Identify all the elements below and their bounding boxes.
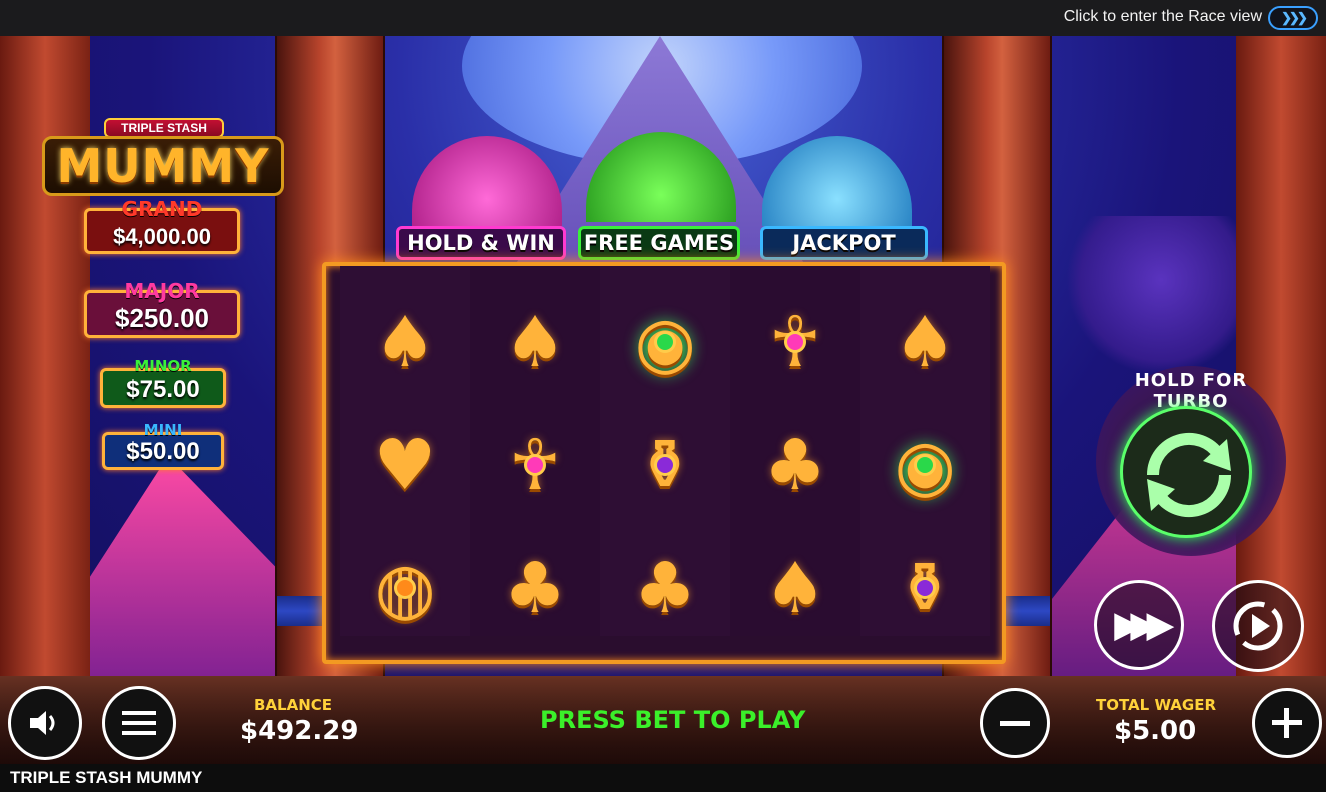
club-symbol-icon: ♣ — [503, 547, 567, 630]
spade-symbol-icon: ♠ — [503, 300, 567, 383]
jackpot-grand-value: $4,000.00 — [113, 224, 211, 249]
reel-cell: ♣ — [730, 403, 860, 526]
spade-symbol-icon: ♠ — [373, 300, 437, 383]
reel-cell: ☥ — [730, 280, 860, 403]
jackpot-minor-value: $75.00 — [126, 376, 200, 403]
fast-forward-button[interactable]: ▶▶▶ — [1094, 580, 1184, 670]
decrease-bet-button[interactable] — [980, 688, 1050, 758]
reel-cell: ◍ — [340, 527, 470, 650]
club-symbol-icon: ♣ — [633, 547, 697, 630]
jackpot-badge: JACKPOT — [760, 226, 928, 260]
total-wager-label: TOTAL WAGER — [1096, 696, 1217, 714]
jackpot-mini-value: $50.00 — [126, 438, 200, 465]
reel-cell: ⚱ — [600, 403, 730, 526]
reel-cell: ♠ — [340, 280, 470, 403]
triple-chevron-right-icon: ❯❯❯ — [1281, 10, 1308, 25]
feature-tabs: HOLD & WIN FREE GAMES JACKPOT — [396, 226, 928, 260]
autoplay-button[interactable] — [1212, 580, 1304, 672]
reel-cell: ♣ — [600, 527, 730, 650]
jackpot-major: MAJOR $250.00 — [84, 279, 240, 338]
reel-cell: ⚱ — [860, 527, 990, 650]
jackpot-grand-label: GRAND — [121, 197, 203, 221]
spade-symbol-icon: ♠ — [893, 300, 957, 383]
jackpot-major-label: MAJOR — [124, 279, 200, 303]
reel-frame: ♠♠◉☥♠♥☥⚱♣◉◍♣♣♠⚱ — [322, 262, 1006, 664]
logo-subtitle: TRIPLE STASH — [104, 118, 224, 138]
jackpot-mini: MINI $50.00 — [102, 421, 224, 470]
reel-cell: ♣ — [470, 527, 600, 650]
reel-cell: ♠ — [470, 280, 600, 403]
heart-symbol-icon: ♥ — [373, 423, 437, 506]
hold-win-badge: HOLD & WIN — [396, 226, 566, 260]
gem-icon — [654, 453, 676, 476]
palm-tree-decoration — [1066, 216, 1256, 376]
hamburger-menu-icon — [122, 711, 156, 735]
minus-icon — [1000, 720, 1030, 726]
plus-icon — [1272, 708, 1302, 738]
game-scene: TRIPLE STASH MUMMY GRAND $4,000.00 MAJOR… — [0, 36, 1326, 764]
balance-label: BALANCE — [254, 696, 333, 714]
jackpot-grand: GRAND $4,000.00 — [84, 197, 240, 254]
footer: TRIPLE STASH MUMMY — [0, 764, 1326, 792]
spin-arrows-icon[interactable] — [1120, 406, 1252, 538]
spade-symbol-icon: ♠ — [763, 547, 827, 630]
race-view-button[interactable]: ❯❯❯ — [1268, 6, 1318, 30]
reel-cell: ☥ — [470, 403, 600, 526]
reel-cell: ♠ — [730, 527, 860, 650]
gem-icon — [654, 330, 676, 353]
free-games-badge: FREE GAMES — [578, 226, 740, 260]
logo-title: MUMMY — [42, 136, 284, 196]
reel-cell: ◉ — [860, 403, 990, 526]
total-wager-value: $5.00 — [1114, 716, 1197, 746]
speaker-icon — [30, 711, 55, 735]
status-message: PRESS BET TO PLAY — [540, 706, 806, 734]
hold-win-crown — [412, 136, 562, 226]
reel-grid: ♠♠◉☥♠♥☥⚱♣◉◍♣♣♠⚱ — [340, 280, 990, 650]
reel-cell: ♠ — [860, 280, 990, 403]
sound-button[interactable] — [8, 686, 82, 760]
menu-button[interactable] — [102, 686, 176, 760]
gem-icon — [784, 330, 806, 353]
turbo-spin-button[interactable]: HOLD FOR TURBO — [1096, 366, 1286, 556]
reel-cell: ♥ — [340, 403, 470, 526]
autoplay-icon — [1233, 601, 1283, 651]
jackpot-major-value: $250.00 — [115, 303, 209, 333]
jackpot-minor-label: MINOR — [134, 357, 192, 375]
gem-icon — [914, 453, 936, 476]
jackpot-mini-label: MINI — [143, 421, 183, 439]
fast-forward-icon: ▶▶▶ — [1114, 606, 1174, 644]
gem-icon — [524, 453, 546, 476]
top-bar: Click to enter the Race view ❯❯❯ — [0, 0, 1326, 36]
club-symbol-icon: ♣ — [763, 423, 827, 506]
race-view-link[interactable]: Click to enter the Race view — [1064, 8, 1262, 26]
game-title: TRIPLE STASH MUMMY — [10, 768, 203, 787]
increase-bet-button[interactable] — [1252, 688, 1322, 758]
reel-cell: ◉ — [600, 280, 730, 403]
balance-value: $492.29 — [240, 716, 359, 746]
jackpot-minor: MINOR $75.00 — [100, 357, 226, 408]
jackpot-crown — [762, 136, 912, 226]
